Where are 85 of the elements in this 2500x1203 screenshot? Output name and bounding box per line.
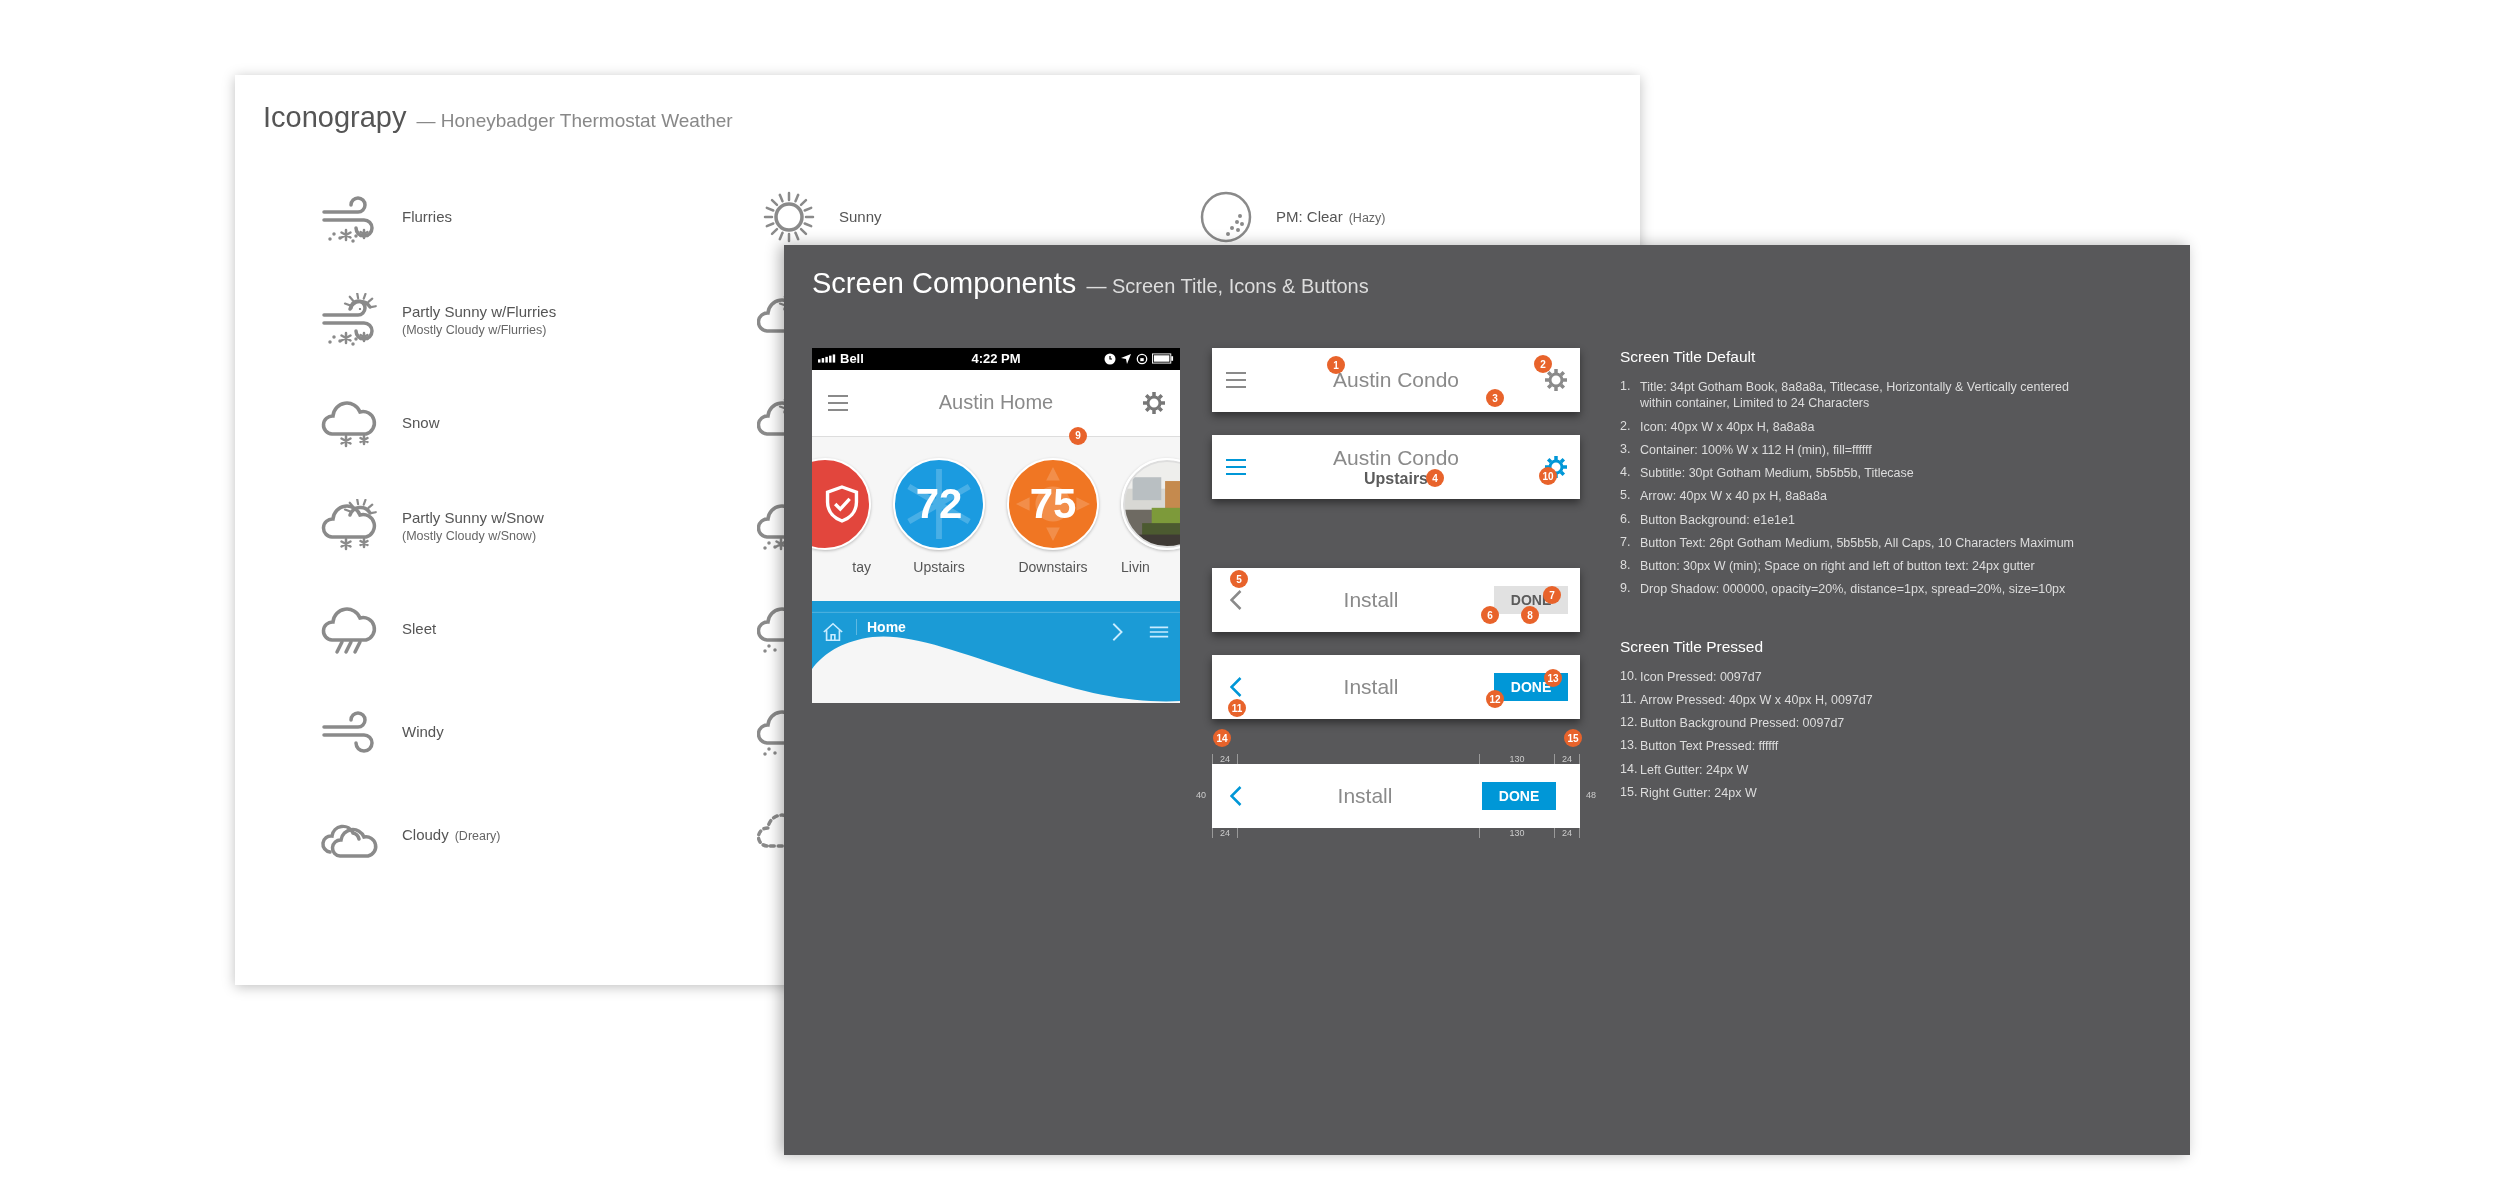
- spec-text: Button Text: 26pt Gotham Medium, 5b5b5b, All Caps, 10 Characters Maximum: [1640, 534, 2074, 551]
- spec-number: 9.: [1620, 581, 1632, 598]
- spec-text: Icon Pressed: 0097d7: [1640, 668, 1762, 685]
- spec-number: 10.: [1620, 668, 1639, 685]
- bar-title: Install: [1343, 675, 1399, 699]
- icon-note: (Hazy): [1348, 211, 1386, 225]
- spec-text: Title: 34pt Gotham Book, 8a8a8a, Titlecase, Horizontally & Vertically centered within container, Limited to 24 Characters: [1640, 379, 2070, 412]
- board-subtitle: — Screen Title, Icons & Buttons: [1086, 275, 1369, 298]
- alarm-icon: [1104, 352, 1116, 365]
- settings-icon[interactable]: [1544, 455, 1568, 479]
- spec-number: 2.: [1620, 418, 1632, 435]
- spec-text: Container: 100% W x 112 H (min), fill=ffffff: [1640, 441, 1872, 458]
- callout-badge: 9: [1069, 426, 1087, 445]
- callout-badge: 14: [1213, 729, 1231, 747]
- icon-note: (Mostly Cloudy w/Flurries): [402, 322, 548, 337]
- icon-note: (Dreary): [454, 829, 501, 843]
- spec-number: 12.: [1620, 715, 1639, 731]
- home-icon[interactable]: [822, 621, 844, 644]
- callout-badge: 15: [1564, 729, 1582, 747]
- spec-text: Button Text Pressed: ffffff: [1640, 738, 1779, 755]
- location-icon: [1120, 352, 1132, 365]
- spec-text: Drop Shadow: 000000, opacity=20%, distance=1px, spread=20%, size=10px: [1640, 581, 2066, 598]
- zone-button[interactable]: 75: [1007, 457, 1099, 550]
- spec-text: Right Gutter: 24px W: [1640, 784, 1757, 801]
- screen-title: Austin Home: [938, 391, 1054, 415]
- settings-icon[interactable]: [1142, 390, 1166, 415]
- bar-title: Install: [1337, 784, 1393, 808]
- nav-label[interactable]: Home: [856, 619, 1094, 636]
- icon-label: Cloudy: [402, 826, 449, 843]
- bar-title: Install: [1343, 588, 1399, 612]
- bar-title: Austin Condo: [1332, 446, 1460, 470]
- spec-text: Arrow: 40px W x 40 px H, 8a8a8a: [1640, 488, 1827, 505]
- spec-number: 6.: [1620, 511, 1632, 528]
- icon-label: Partly Sunny w/Flurries: [402, 302, 557, 320]
- spec-number: 7.: [1620, 534, 1632, 551]
- spec-number: 1.: [1620, 379, 1632, 395]
- spec-text: Button: 30px W (min); Space on right and left of button text: 24px gutter: [1640, 558, 2035, 575]
- icon-label: Partly Sunny w/Snow: [402, 508, 544, 526]
- status-time: 4:22 PM: [971, 351, 1021, 367]
- board-title: Iconograpy: [263, 101, 407, 134]
- done-button[interactable]: DONE: [1482, 782, 1556, 810]
- temperature-reading: 72: [915, 479, 963, 528]
- zone-label: Upstairs: [913, 558, 965, 575]
- spec-number: 5.: [1620, 488, 1632, 505]
- battery-icon: [1152, 353, 1174, 365]
- dimension-label: 130: [1479, 828, 1554, 838]
- rotation-lock-icon: [1136, 352, 1148, 365]
- bar-subtitle: Upstairs: [1364, 470, 1428, 488]
- spec-text: Button Background Pressed: 0097d7: [1640, 715, 1845, 732]
- board-title: Screen Components: [812, 267, 1077, 300]
- zone-label: tay: [851, 558, 871, 575]
- spec-text: Left Gutter: 24px W: [1640, 761, 1749, 778]
- spec-number: 15.: [1620, 784, 1639, 801]
- dimension-label: 48: [1586, 790, 1596, 800]
- icon-label: Snow: [402, 414, 440, 431]
- spec-text: Arrow Pressed: 40px W x 40px H, 0097d7: [1640, 691, 1873, 708]
- spec-number: 8.: [1620, 558, 1632, 574]
- spec-heading: Screen Title Default: [1620, 348, 1757, 366]
- icon-label: Flurries: [402, 208, 452, 225]
- zone-button[interactable]: 72: [893, 457, 985, 550]
- spec-number: 14.: [1620, 761, 1639, 778]
- board-subtitle: — Honeybadger Thermostat Weather: [416, 110, 733, 132]
- settings-icon[interactable]: [1544, 368, 1568, 392]
- temperature-reading: 75: [1029, 479, 1077, 528]
- icon-label: PM: Clear: [1276, 208, 1343, 225]
- dimension-label: 40: [1196, 790, 1206, 800]
- icon-label: Windy: [402, 723, 444, 740]
- icon-label: Sunny: [839, 208, 882, 225]
- shield-icon: [825, 484, 859, 523]
- spec-text: Button Background: e1e1e1: [1640, 511, 1795, 528]
- spec-number: 3.: [1620, 441, 1632, 458]
- carrier-name: Bell: [840, 351, 864, 367]
- spec-number: 13.: [1620, 738, 1639, 755]
- signal-icon: [818, 354, 836, 364]
- dimension-label: 24: [1212, 828, 1238, 838]
- dimension-label: 24: [1554, 828, 1580, 838]
- spec-number: 11.: [1620, 691, 1638, 708]
- zone-label: Downstairs: [1018, 558, 1088, 575]
- icon-label: Sleet: [402, 620, 437, 637]
- spec-heading: Screen Title Pressed: [1620, 637, 1764, 656]
- spec-text: Subtitle: 30pt Gotham Medium, 5b5b5b, Titlecase: [1640, 465, 1914, 482]
- zone-label: Livin: [1121, 558, 1151, 575]
- spec-number: 4.: [1620, 465, 1632, 481]
- icon-note: (Mostly Cloudy w/Snow): [402, 528, 538, 543]
- spec-text: Icon: 40px W x 40px H, 8a8a8a: [1640, 418, 1815, 435]
